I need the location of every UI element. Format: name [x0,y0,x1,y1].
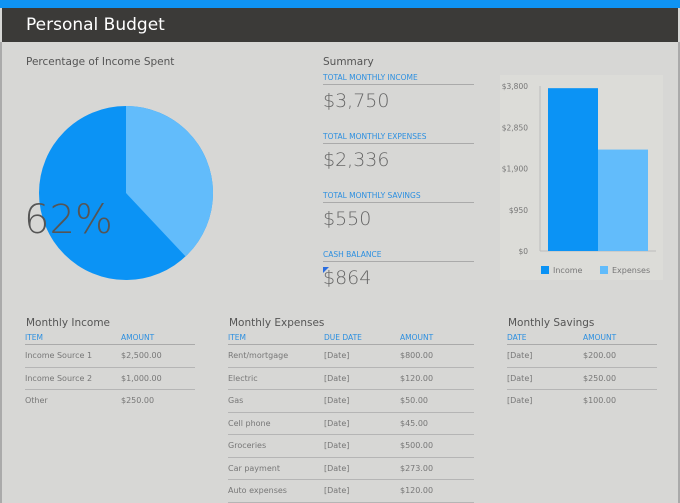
table-cell: $250.00 [583,373,617,383]
y-tick-label: $2,850 [502,123,528,132]
table-cell: [Date] [324,351,350,360]
table-cell: Cell phone [228,418,271,428]
expenses-row[interactable]: Rent/mortgage [Date] $800.00 [228,345,474,368]
table-cell: $800.00 [400,351,434,360]
table-cell: $120.00 [400,373,434,383]
savings-row[interactable]: [Date] $100.00 [507,390,657,413]
summary-label: TOTAL MONTHLY EXPENSES [323,132,474,144]
expenses-row[interactable]: Gas [Date] $50.00 [228,390,474,413]
table-cell: $500.00 [400,441,434,450]
table-cell: Groceries [228,441,267,450]
table-cell: $120.00 [400,486,434,495]
bar-income [548,88,598,251]
table-cell: $100.00 [583,396,617,405]
table-cell: Auto expenses [228,486,287,495]
legend-swatch [541,266,549,274]
cell-marker-icon [323,267,329,273]
table-cell: [Date] [324,463,350,473]
income-title: Monthly Income [26,317,111,329]
bar-chart: $0 $950 $1,900 $2,850 $3,800 Income Expenses [502,82,656,275]
bar-chart-panel: $0 $950 $1,900 $2,850 $3,800 Income Expenses [500,75,663,280]
y-tick-label: $1,900 [502,165,528,174]
page-title: Personal Budget [26,15,165,35]
table-cell: [Date] [324,418,350,428]
summary-label: TOTAL MONTHLY INCOME [323,73,474,85]
table-cell: [Date] [324,396,350,405]
accent-bar [0,0,680,8]
column-header: AMOUNT [400,333,434,342]
summary-value: $550 [323,208,372,230]
column-header: AMOUNT [583,333,617,342]
pie-title: Percentage of Income Spent [26,56,175,68]
summary-label: CASH BALANCE [323,250,474,262]
table-cell: $273.00 [400,463,434,473]
table-cell: [Date] [507,396,533,405]
expenses-row[interactable]: Car payment [Date] $273.00 [228,458,474,480]
table-cell: Income Source 2 [25,373,93,383]
table-cell: $1,000.00 [121,373,162,383]
table-cell: $200.00 [583,351,617,360]
table-cell: Gas [228,396,244,405]
table-cell: $2,500.00 [121,351,162,360]
table-cell: Car payment [228,463,280,473]
savings-row[interactable]: [Date] $250.00 [507,368,657,390]
income-row[interactable]: Other $250.00 [25,390,195,413]
expenses-row[interactable]: Cell phone [Date] $45.00 [228,413,474,435]
y-tick-label: $0 [518,247,528,256]
legend-swatch [600,266,608,274]
column-header: DUE DATE [324,333,362,342]
expenses-header-row: ITEM DUE DATE AMOUNT [228,333,474,345]
table-cell: [Date] [507,373,533,383]
pie-percent-label: 62% [24,197,113,243]
table-cell: Rent/mortgage [228,351,289,360]
income-header-row: ITEM AMOUNT [25,333,195,345]
summary-title: Summary [323,56,374,68]
savings-header-row: DATE AMOUNT [507,333,657,345]
table-cell: $45.00 [400,418,428,428]
table-cell: [Date] [324,373,350,383]
expenses-row[interactable]: Electric [Date] $120.00 [228,368,474,390]
bar-expenses [598,149,648,251]
table-cell: Electric [228,373,258,383]
summary-value: $3,750 [323,90,390,112]
expenses-row[interactable]: Auto expenses [Date] $120.00 [228,480,474,503]
column-header: ITEM [25,333,44,342]
savings-row[interactable]: [Date] $200.00 [507,345,657,368]
table-cell: $50.00 [400,396,428,405]
income-row[interactable]: Income Source 2 $1,000.00 [25,368,195,390]
table-cell: [Date] [324,486,350,495]
pie-chart [39,106,213,280]
income-row[interactable]: Income Source 1 $2,500.00 [25,345,195,368]
summary-value: $2,336 [323,149,390,171]
column-header: AMOUNT [121,333,155,342]
column-header: DATE [507,333,527,342]
table-cell: [Date] [507,351,533,360]
y-tick-label: $3,800 [502,82,528,91]
savings-title: Monthly Savings [508,317,595,329]
legend-label: Expenses [612,266,650,275]
summary-label: TOTAL MONTHLY SAVINGS [323,191,474,203]
y-tick-label: $950 [509,206,528,215]
summary-value: $864 [323,267,372,289]
table-cell: Other [25,396,48,405]
legend-label: Income [553,266,583,275]
table-cell: Income Source 1 [25,351,93,360]
table-cell: $250.00 [121,396,155,405]
expenses-row[interactable]: Groceries [Date] $500.00 [228,435,474,458]
column-header: ITEM [228,333,247,342]
table-cell: [Date] [324,441,350,450]
expenses-title: Monthly Expenses [229,317,325,329]
